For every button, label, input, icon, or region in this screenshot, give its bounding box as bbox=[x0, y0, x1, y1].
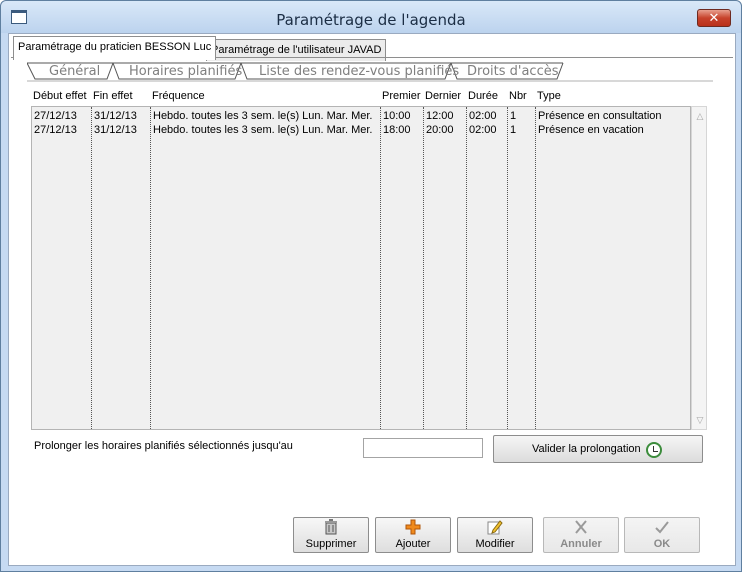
cancel-label: Annuler bbox=[560, 538, 602, 550]
validate-prolongation-label: Valider la prolongation bbox=[532, 443, 641, 455]
edit-pencil-icon bbox=[458, 519, 532, 537]
col-dernier[interactable]: Dernier bbox=[425, 90, 461, 102]
cell-frequence: Hebdo. toutes les 3 sem. le(s) Lun. Mar.… bbox=[153, 124, 373, 136]
col-nbr[interactable]: Nbr bbox=[509, 90, 527, 102]
cell-fin: 31/12/13 bbox=[94, 124, 137, 136]
schedule-grid[interactable]: 27/12/13 31/12/13 Hebdo. toutes les 3 se… bbox=[31, 106, 691, 430]
edit-button[interactable]: Modifier bbox=[457, 517, 533, 553]
scroll-down-icon[interactable]: ▽ bbox=[695, 415, 705, 425]
col-separator bbox=[423, 107, 424, 429]
inner-tab-strip: Général Horaires planifiés Liste des ren… bbox=[27, 62, 713, 82]
clock-icon bbox=[646, 442, 662, 458]
cell-premier: 18:00 bbox=[383, 124, 411, 136]
cell-frequence: Hebdo. toutes les 3 sem. le(s) Lun. Mar.… bbox=[153, 110, 373, 122]
cell-nbr: 1 bbox=[510, 110, 517, 122]
tools-cross-icon bbox=[544, 519, 618, 537]
cell-type: Présence en consultation bbox=[538, 110, 662, 122]
cell-duree: 02:00 bbox=[469, 110, 497, 122]
check-icon bbox=[625, 519, 699, 537]
validate-prolongation-button[interactable]: Valider la prolongation bbox=[493, 435, 703, 463]
cell-nbr: 1 bbox=[510, 124, 517, 136]
table-row[interactable]: 27/12/13 31/12/13 Hebdo. toutes les 3 se… bbox=[32, 109, 692, 123]
delete-label: Supprimer bbox=[305, 538, 357, 550]
cell-fin: 31/12/13 bbox=[94, 110, 137, 122]
tab-praticien[interactable]: Paramétrage du praticien BESSON Luc bbox=[13, 36, 217, 60]
ok-label: OK bbox=[653, 538, 671, 550]
col-frequence[interactable]: Fréquence bbox=[152, 90, 205, 102]
close-button[interactable]: ✕ bbox=[697, 9, 731, 27]
delete-button[interactable]: Supprimer bbox=[293, 517, 369, 553]
cell-type: Présence en vacation bbox=[538, 124, 644, 136]
cell-duree: 02:00 bbox=[469, 124, 497, 136]
prolong-date-input[interactable] bbox=[363, 438, 483, 458]
grid-header: Début effet Fin effet Fréquence Premier … bbox=[31, 90, 713, 106]
col-separator bbox=[150, 107, 151, 429]
title-bar[interactable]: Paramétrage de l'agenda ✕ bbox=[1, 1, 741, 33]
grid-scrollbar[interactable]: △ ▽ bbox=[691, 106, 707, 430]
col-separator bbox=[535, 107, 536, 429]
cell-dernier: 20:00 bbox=[426, 124, 454, 136]
col-separator bbox=[91, 107, 92, 429]
scroll-up-icon[interactable]: △ bbox=[695, 111, 705, 121]
cell-premier: 10:00 bbox=[383, 110, 411, 122]
col-fin-effet[interactable]: Fin effet bbox=[93, 90, 133, 102]
ok-button[interactable]: OK bbox=[624, 517, 700, 553]
cell-debut: 27/12/13 bbox=[34, 110, 77, 122]
window-title: Paramétrage de l'agenda bbox=[276, 11, 466, 29]
inner-tab-droits[interactable]: Droits d'accès bbox=[467, 64, 559, 79]
inner-tab-general[interactable]: Général bbox=[49, 64, 100, 79]
inner-tab-horaires[interactable]: Horaires planifiés bbox=[129, 64, 242, 79]
prolong-label: Prolonger les horaires planifiés sélecti… bbox=[34, 440, 293, 452]
dialog-body: Paramétrage du praticien BESSON Luc Para… bbox=[8, 33, 736, 566]
inner-tab-rendez-vous[interactable]: Liste des rendez-vous planifiés bbox=[259, 64, 459, 79]
col-debut-effet[interactable]: Début effet bbox=[33, 90, 87, 102]
col-separator bbox=[466, 107, 467, 429]
table-row[interactable]: 27/12/13 31/12/13 Hebdo. toutes les 3 se… bbox=[32, 123, 692, 137]
col-premier[interactable]: Premier bbox=[382, 90, 421, 102]
trash-icon bbox=[294, 519, 368, 537]
cell-dernier: 12:00 bbox=[426, 110, 454, 122]
app-window: Paramétrage de l'agenda ✕ Paramétrage du… bbox=[0, 0, 742, 572]
plus-icon bbox=[376, 519, 450, 537]
cancel-button[interactable]: Annuler bbox=[543, 517, 619, 553]
col-type[interactable]: Type bbox=[537, 90, 561, 102]
col-separator bbox=[380, 107, 381, 429]
add-button[interactable]: Ajouter bbox=[375, 517, 451, 553]
cell-debut: 27/12/13 bbox=[34, 124, 77, 136]
col-duree[interactable]: Durée bbox=[468, 90, 498, 102]
edit-label: Modifier bbox=[475, 538, 515, 550]
col-separator bbox=[507, 107, 508, 429]
add-label: Ajouter bbox=[395, 538, 431, 550]
